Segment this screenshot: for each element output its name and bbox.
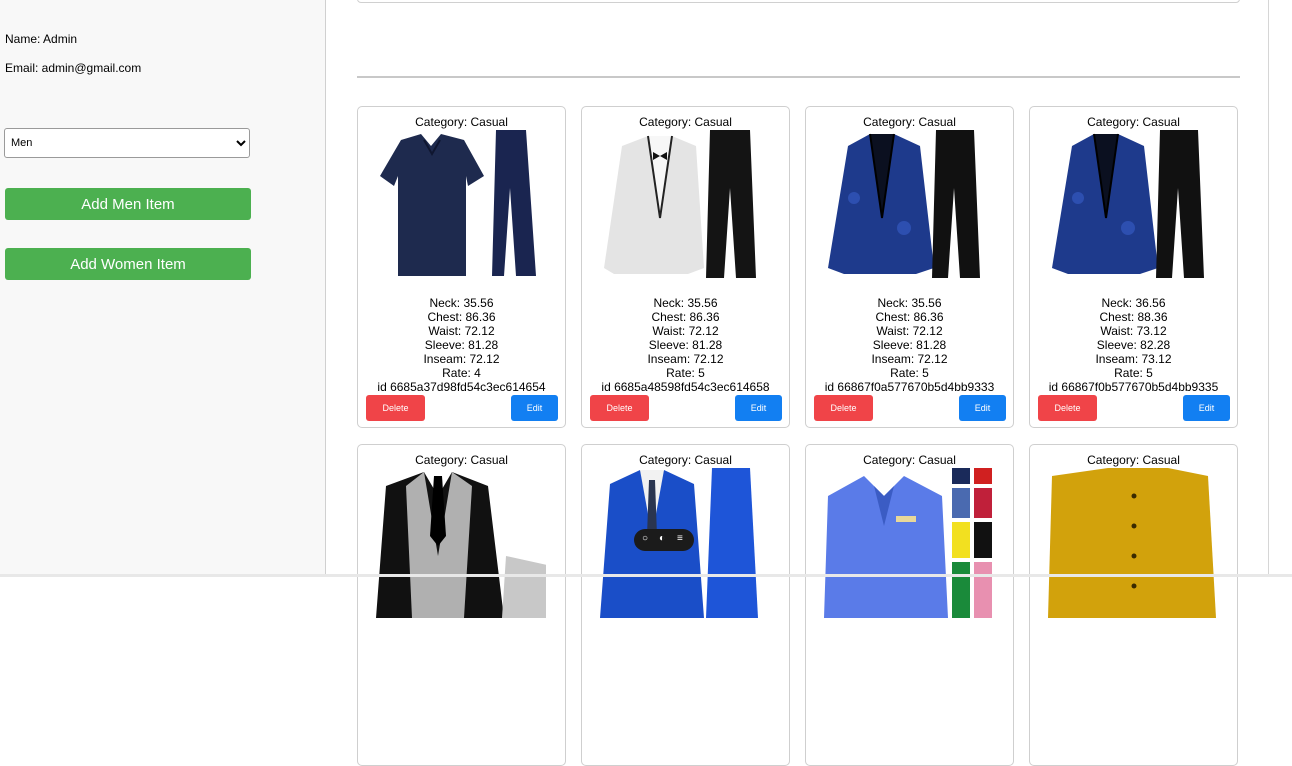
inseam-value: Inseam: 72.12 [871, 352, 948, 366]
edit-button[interactable]: Edit [735, 395, 782, 421]
inseam-value: Inseam: 72.12 [647, 352, 724, 366]
category-label: Category: Casual [639, 115, 732, 129]
chest-value: Chest: 86.36 [427, 310, 496, 324]
waist-value: Waist: 73.12 [1100, 324, 1167, 338]
chat-icon[interactable]: ○ [642, 533, 648, 544]
item-image [1048, 468, 1216, 618]
waist-value: Waist: 72.12 [428, 324, 495, 338]
user-name: Name: Admin [5, 32, 78, 46]
item-image [380, 130, 536, 276]
item-image [604, 130, 756, 278]
edit-button[interactable]: Edit [511, 395, 558, 421]
top-panel [357, 0, 1240, 3]
divider [357, 76, 1240, 78]
item-card: Category: Casual [581, 444, 790, 766]
item-image [828, 130, 980, 278]
user-email: Email: admin@gmail.com [5, 61, 142, 75]
chest-value: Chest: 86.36 [651, 310, 720, 324]
item-card: Category: Casual Neck: 36.56 Chest: 88.3… [1029, 106, 1238, 428]
add-men-item-button[interactable]: Add Men Item [5, 188, 251, 220]
edit-button[interactable]: Edit [1183, 395, 1230, 421]
edit-button[interactable]: Edit [959, 395, 1006, 421]
category-label: Category: Casual [639, 453, 732, 467]
delete-button[interactable]: Delete [366, 395, 425, 421]
toggle-icon[interactable]: ◐ [659, 533, 665, 544]
chest-value: Chest: 88.36 [1099, 310, 1168, 324]
item-id: id 66867f0a577670b5d4bb9333 [824, 380, 995, 394]
item-image [1052, 130, 1204, 278]
neck-value: Neck: 36.56 [1101, 296, 1166, 310]
neck-value: Neck: 35.56 [653, 296, 718, 310]
item-card: Category: Casual [805, 444, 1014, 766]
waist-value: Waist: 72.12 [652, 324, 719, 338]
neck-value: Neck: 35.56 [877, 296, 942, 310]
inseam-value: Inseam: 72.12 [423, 352, 500, 366]
list-icon[interactable]: ≡ [677, 533, 683, 544]
item-card: Category: Casual [357, 444, 566, 766]
neck-value: Neck: 35.56 [429, 296, 494, 310]
waist-value: Waist: 72.12 [876, 324, 943, 338]
scroll-rail [1268, 0, 1269, 577]
category-label: Category: Casual [863, 115, 956, 129]
category-label: Category: Casual [1087, 115, 1180, 129]
add-women-item-button[interactable]: Add Women Item [5, 248, 251, 280]
category-label: Category: Casual [863, 453, 956, 467]
category-label: Category: Casual [1087, 453, 1180, 467]
inseam-value: Inseam: 73.12 [1095, 352, 1172, 366]
item-id: id 6685a37d98fd54c3ec614654 [377, 380, 546, 394]
delete-button[interactable]: Delete [1038, 395, 1097, 421]
item-card: Category: Casual Neck: 35.56 Chest: 86.3… [581, 106, 790, 428]
delete-button[interactable]: Delete [590, 395, 649, 421]
rate-value: Rate: 5 [1114, 366, 1153, 380]
category-label: Category: Casual [415, 115, 508, 129]
item-id: id 6685a48598fd54c3ec614658 [601, 380, 770, 394]
sleeve-value: Sleeve: 82.28 [1096, 338, 1171, 352]
item-card: Category: Casual Neck: 35.56 Chest: 86.3… [805, 106, 1014, 428]
item-card: Category: Casual [1029, 444, 1238, 766]
item-image [824, 468, 992, 618]
floating-toolbar[interactable]: ○ ◐ ≡ [634, 529, 694, 551]
sleeve-value: Sleeve: 81.28 [648, 338, 723, 352]
item-image [376, 472, 546, 618]
sleeve-value: Sleeve: 81.28 [424, 338, 499, 352]
rate-value: Rate: 5 [890, 366, 929, 380]
gender-select[interactable]: Men [4, 128, 250, 158]
category-label: Category: Casual [415, 453, 508, 467]
chest-value: Chest: 86.36 [875, 310, 944, 324]
sleeve-value: Sleeve: 81.28 [872, 338, 947, 352]
item-id: id 66867f0b577670b5d4bb9335 [1048, 380, 1219, 394]
rate-value: Rate: 4 [442, 366, 481, 380]
rate-value: Rate: 5 [666, 366, 705, 380]
sidebar: Name: Admin Email: admin@gmail.com Men A… [0, 0, 326, 577]
delete-button[interactable]: Delete [814, 395, 873, 421]
item-card: Category: Casual Neck: 35.56 Chest: 86.3… [357, 106, 566, 428]
